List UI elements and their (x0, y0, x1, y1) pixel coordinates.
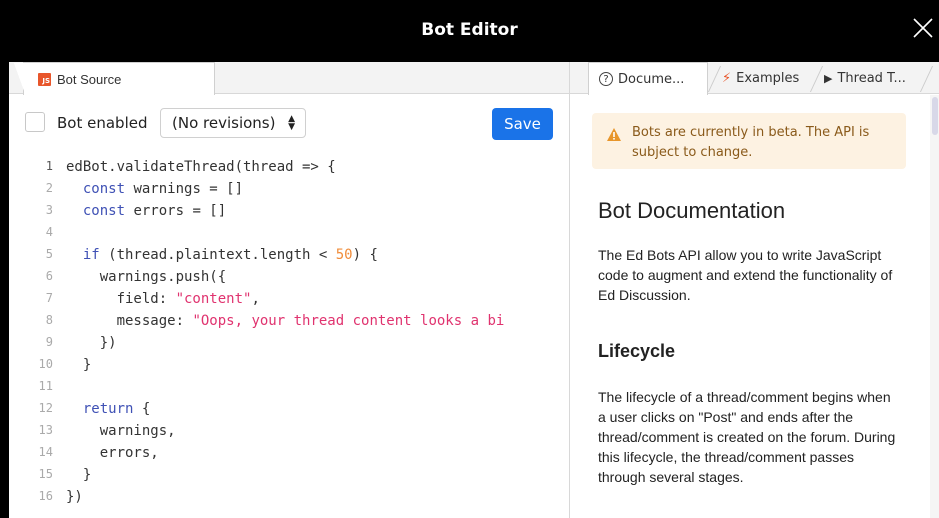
revisions-select[interactable]: (No revisions) ▲ ▼ (160, 108, 306, 138)
code-token: "content" (175, 291, 252, 307)
bot-enabled-label: Bot enabled (57, 114, 148, 132)
line-number: 14 (38, 445, 53, 459)
line-number: 3 (45, 203, 53, 217)
code-text: } (66, 357, 91, 373)
code-text: const warnings = [] (66, 181, 243, 197)
code-text: return { (66, 401, 150, 417)
code-text: }) (66, 489, 83, 505)
code-text: } (66, 467, 91, 483)
code-token: } (66, 467, 92, 483)
line-number: 1 (45, 159, 53, 173)
line-number: 4 (45, 225, 53, 239)
code-token: const (82, 203, 126, 219)
play-icon: ▶ (824, 72, 833, 85)
code-token: }) (66, 335, 117, 351)
question-circle-icon: ? (599, 72, 613, 86)
tab-label: Examples (736, 71, 800, 86)
code-token: } (66, 357, 92, 373)
code-token: warnings.push({ (66, 269, 227, 285)
code-text: edBot.validateThread(thread => { (66, 159, 336, 175)
revisions-value: (No revisions) (172, 114, 276, 132)
code-token: ) { (352, 247, 378, 263)
line-number: 2 (45, 181, 53, 195)
code-token: const (82, 181, 126, 197)
beta-alert: Bots are currently in beta. The API is s… (592, 113, 906, 169)
editor-toolbar: Bot enabled (No revisions) ▲ ▼ Save (9, 95, 569, 153)
code-text: if (thread.plaintext.length < 50) { (66, 247, 378, 263)
code-token: }) (66, 489, 83, 505)
window-title: Bot Editor (421, 20, 518, 40)
tab-documentation[interactable]: ? Docume... (588, 62, 708, 95)
code-text: const errors = [] (66, 203, 226, 219)
line-number: 12 (38, 401, 53, 415)
doc-title: Bot Documentation (598, 198, 786, 223)
tab-label: Bot Source (57, 71, 122, 87)
line-number: 5 (45, 247, 53, 261)
code-token: errors, (66, 445, 159, 461)
warning-icon (606, 127, 622, 147)
code-token: "Oops, your thread content looks a bi (192, 313, 505, 329)
alert-text: Bots are currently in beta. The API is s… (632, 125, 870, 160)
code-token: return (82, 401, 134, 417)
code-text: message: "Oops, your thread content look… (66, 313, 505, 329)
line-number: 10 (38, 357, 53, 371)
line-number: 9 (45, 335, 53, 349)
lifecycle-text: The lifecycle of a thread/comment begins… (598, 389, 896, 485)
line-number: 7 (45, 291, 53, 305)
title-bar: Bot Editor (0, 0, 939, 62)
lightning-icon: ⚡ (722, 71, 732, 86)
lifecycle-heading: Lifecycle (598, 341, 676, 361)
source-tab-strip: JS Bot Source (9, 62, 569, 96)
js-file-icon: JS (38, 72, 51, 86)
docs-scrollbar[interactable] (930, 95, 939, 518)
code-text: field: "content", (66, 291, 260, 307)
line-number: 15 (38, 467, 53, 481)
tab-separator (919, 66, 934, 92)
line-number: 13 (38, 423, 53, 437)
doc-intro: The Ed Bots API allow you to write JavaS… (598, 247, 893, 303)
code-token: { (133, 401, 151, 417)
code-token: 50 (335, 247, 353, 263)
code-token: if (82, 247, 100, 263)
tab-label: Docume... (618, 71, 685, 87)
code-editor[interactable]: 1 edBot.validateThread(thread => { 2 const… (9, 153, 569, 518)
tab-label: Thread T... (837, 71, 906, 86)
code-token: warnings = [] (125, 181, 244, 197)
save-button[interactable]: Save (492, 108, 553, 140)
code-text: errors, (66, 445, 159, 461)
line-number: 11 (38, 379, 53, 393)
line-number: 8 (45, 313, 53, 327)
code-text: }) (66, 335, 117, 351)
line-number: 6 (45, 269, 53, 283)
tab-thread-tester[interactable]: ▶ Thread T... (820, 62, 906, 95)
code-token: edBot.validateThread(thread => { (66, 159, 336, 175)
code-token: , (251, 291, 260, 307)
scroll-thumb[interactable] (932, 97, 938, 135)
code-token: field: (66, 291, 176, 307)
code-text: warnings.push({ (66, 269, 226, 285)
tab-examples[interactable]: ⚡ Examples (718, 62, 799, 95)
code-token: message: (66, 313, 193, 329)
code-text: warnings, (66, 423, 176, 439)
code-token: errors = [] (125, 203, 227, 219)
tab-bot-source[interactable]: JS Bot Source (14, 62, 215, 96)
window-frame (0, 62, 9, 518)
code-token: (thread.plaintext.length < (99, 247, 336, 263)
bot-enabled-checkbox[interactable] (25, 112, 45, 132)
documentation-panel: Bots are currently in beta. The API is s… (570, 95, 928, 518)
line-number: 16 (38, 489, 53, 503)
code-token: warnings, (66, 423, 176, 439)
close-icon[interactable] (911, 16, 937, 44)
select-arrows-icon: ▲ ▼ (288, 114, 295, 132)
docs-tab-strip: ? Docume... ⚡ Examples ▶ Thread T... (570, 62, 939, 95)
